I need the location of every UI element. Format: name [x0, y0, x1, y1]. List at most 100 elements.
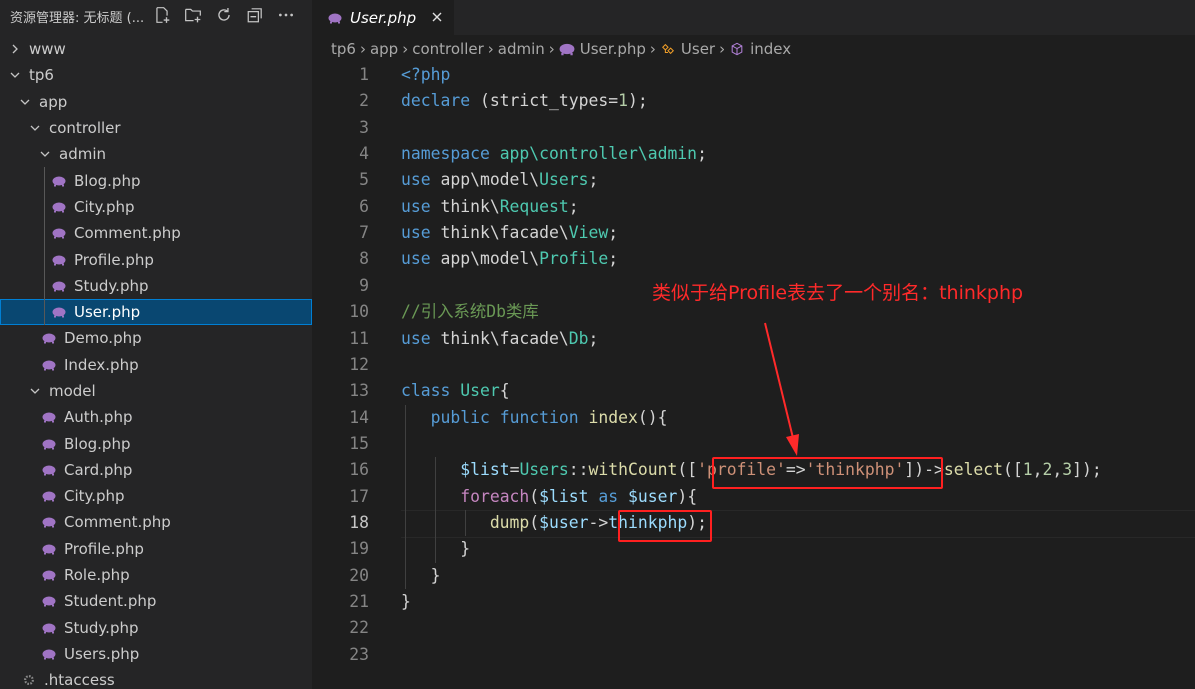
code-line[interactable]: 3 [312, 115, 1195, 141]
code-line[interactable]: 14 public function index(){ [312, 405, 1195, 431]
chevron-down-icon[interactable] [19, 96, 31, 108]
breadcrumb-item[interactable]: controller [412, 40, 484, 58]
tree-file-indexphp[interactable]: Index.php [0, 352, 312, 378]
tree-item-label: Auth.php [64, 408, 133, 427]
tree-file-commentphp[interactable]: Comment.php [0, 220, 312, 247]
collapse-all-icon[interactable] [243, 4, 267, 26]
new-file-icon[interactable] [150, 4, 174, 26]
code-line[interactable]: 20 } [312, 563, 1195, 589]
line-number: 19 [349, 539, 369, 559]
php-file-icon [42, 439, 56, 450]
tree-file-userphp[interactable]: User.php [0, 298, 312, 326]
tree-folder-admin[interactable]: admin [0, 141, 312, 167]
code-line[interactable]: 2 declare (strict_types=1); [312, 88, 1195, 114]
tree-file-profilephp[interactable]: Profile.php [0, 536, 312, 562]
tree-item-label: tp6 [29, 66, 54, 85]
highlight-box-alias [712, 457, 943, 489]
tab-user-php[interactable]: User.php [312, 0, 454, 35]
breadcrumb-item[interactable]: User.php [580, 40, 646, 58]
php-file-icon [52, 307, 66, 318]
code-line[interactable]: 6 use think\Request; [312, 194, 1195, 220]
tree-folder-app[interactable]: app [0, 89, 312, 115]
tree-file-blogphp[interactable]: Blog.php [0, 167, 312, 194]
code-line[interactable]: 21} [312, 589, 1195, 615]
line-number: 13 [349, 381, 369, 401]
tree-item-label: Study.php [64, 618, 139, 637]
breadcrumb-item[interactable]: index [750, 40, 791, 58]
indent-guide [44, 272, 45, 299]
chevron-down-icon[interactable] [39, 148, 51, 160]
code-line[interactable]: 23 [312, 642, 1195, 668]
breadcrumb-item[interactable]: User [681, 40, 715, 58]
tree-file-blogphp[interactable]: Blog.php [0, 430, 312, 456]
tree-file-commentphp[interactable]: Comment.php [0, 509, 312, 535]
tree-item-label: model [49, 382, 96, 400]
explorer-actions [150, 4, 305, 26]
code-line[interactable]: 18 dump($user->thinkphp); [312, 510, 1195, 536]
indent-guide [44, 193, 45, 221]
tree-file-studyphp[interactable]: Study.php [0, 615, 312, 641]
php-file-icon [328, 13, 342, 23]
tree-file-studentphp[interactable]: Student.php [0, 588, 312, 614]
tree-item-label: Profile.php [74, 250, 154, 269]
tree-folder-controller[interactable]: controller [0, 115, 312, 141]
code-line[interactable]: 15 [312, 431, 1195, 457]
code-line[interactable]: 19 } [312, 536, 1195, 562]
tree-file-cityphp[interactable]: City.php [0, 193, 312, 221]
tree-file-usersphp[interactable]: Users.php [0, 641, 312, 667]
line-number: 8 [359, 249, 369, 269]
chevron-down-icon[interactable] [9, 69, 21, 81]
chevron-right-icon[interactable] [9, 43, 21, 55]
tree-file-htaccess[interactable]: .htaccess [0, 667, 312, 689]
code-line[interactable]: 11 use think\facade\Db; [312, 326, 1195, 352]
chevron-down-icon[interactable] [29, 122, 41, 134]
code-line[interactable]: 1 <?php [312, 62, 1195, 88]
code-line[interactable]: 22 [312, 615, 1195, 641]
line-number: 14 [349, 407, 369, 427]
breadcrumb-item[interactable]: tp6 [331, 40, 356, 58]
explorer-sidebar: 资源管理器: 无标题 (... www tp6 app controller admin… [0, 0, 312, 689]
tree-item-label: Student.php [64, 592, 157, 611]
tree-file-profilephp[interactable]: Profile.php [0, 246, 312, 273]
breadcrumb-item[interactable]: admin [498, 40, 545, 58]
php-file-icon [42, 360, 56, 371]
php-file-icon [42, 596, 56, 607]
line-number: 7 [359, 223, 369, 243]
tree-item-label: City.php [74, 197, 135, 216]
code-text: use think\Request; [401, 196, 579, 216]
tree-file-cardphp[interactable]: Card.php [0, 457, 312, 483]
code-editor[interactable]: 1 <?php 2 declare (strict_types=1); 3 4 namesp… [312, 62, 1195, 689]
chevron-down-icon[interactable] [29, 385, 41, 397]
code-line[interactable]: 4 namespace app\controller\admin; [312, 141, 1195, 167]
code-line[interactable]: 8 use app\model\Profile; [312, 246, 1195, 272]
php-file-icon [42, 623, 56, 634]
refresh-icon[interactable] [212, 4, 236, 26]
tree-item-label: www [29, 40, 66, 59]
close-icon[interactable] [429, 9, 445, 25]
indent-guide [44, 298, 45, 326]
tree-file-authphp[interactable]: Auth.php [0, 404, 312, 430]
tree-item-label: Profile.php [64, 539, 144, 558]
more-icon[interactable] [274, 4, 298, 26]
code-line[interactable]: 13 class User{ [312, 378, 1195, 404]
breadcrumb-item[interactable]: app [370, 40, 398, 58]
tree-folder-model[interactable]: model [0, 378, 312, 404]
code-text: <?php [401, 65, 451, 84]
code-text: use think\facade\View; [401, 223, 619, 243]
tree-item-label: Blog.php [74, 171, 141, 190]
explorer-title: 资源管理器: 无标题 (... [10, 10, 145, 26]
code-line[interactable]: 7 use think\facade\View; [312, 220, 1195, 246]
tree-file-cityphp[interactable]: City.php [0, 483, 312, 509]
tree-file-rolephp[interactable]: Role.php [0, 562, 312, 588]
code-line[interactable]: 12 [312, 352, 1195, 378]
code-line[interactable]: 5 use app\model\Users; [312, 167, 1195, 193]
tree-folder-tp6[interactable]: tp6 [0, 62, 312, 88]
line-number: 4 [359, 144, 369, 164]
php-file-icon [42, 333, 56, 344]
new-folder-icon[interactable] [181, 4, 205, 26]
php-file-icon [42, 544, 56, 555]
line-number: 9 [359, 275, 369, 295]
tree-file-studyphp[interactable]: Study.php [0, 272, 312, 299]
tree-file-demophp[interactable]: Demo.php [0, 325, 312, 351]
tree-folder-www[interactable]: www [0, 36, 312, 62]
